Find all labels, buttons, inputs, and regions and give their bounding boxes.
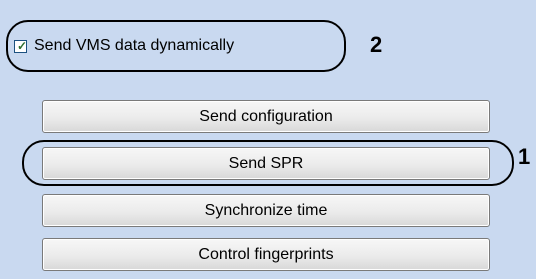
control-fingerprints-button[interactable]: Control fingerprints xyxy=(42,238,490,271)
callout-ellipse-send-spr xyxy=(22,140,514,186)
callout-ellipse-checkbox xyxy=(6,20,346,72)
synchronize-time-button[interactable]: Synchronize time xyxy=(42,194,490,227)
callout-number-1: 1 xyxy=(518,144,531,169)
send-configuration-button[interactable]: Send configuration xyxy=(42,100,490,133)
callout-number-2: 2 xyxy=(370,32,383,57)
